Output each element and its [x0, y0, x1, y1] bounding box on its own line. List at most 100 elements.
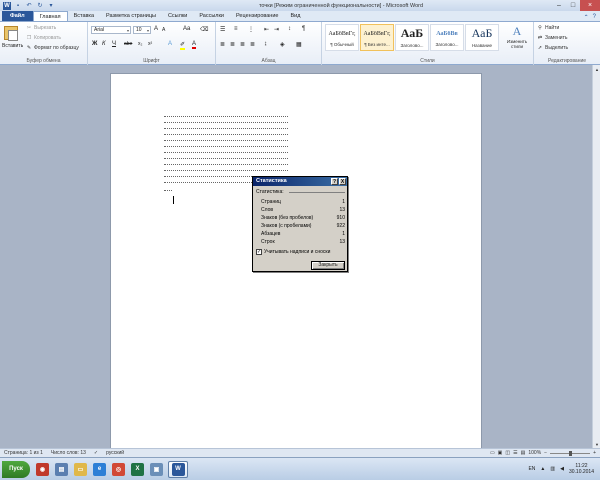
scroll-down-icon[interactable]: ▼	[593, 440, 600, 448]
justify-icon[interactable]: ≣	[250, 41, 255, 48]
shading-icon[interactable]: ◈	[280, 41, 285, 48]
folder-icon[interactable]: ▭	[74, 462, 87, 476]
clear-format-icon[interactable]: ⌫	[200, 26, 208, 33]
style-title[interactable]: АаБ Название	[465, 24, 499, 51]
zoom-slider[interactable]	[550, 450, 591, 456]
redo-icon[interactable]: ↻	[36, 2, 44, 10]
include-textboxes-checkbox[interactable]: ✓ Учитывать надписи и сноски	[256, 249, 330, 255]
undo-icon[interactable]: ↶	[25, 2, 33, 10]
borders-icon[interactable]: ▦	[296, 41, 302, 48]
multilevel-list-icon[interactable]: ⋮	[248, 26, 254, 33]
show-marks-button[interactable]: ¶	[302, 26, 305, 32]
view-web-icon[interactable]: ◫	[505, 450, 510, 456]
sort-icon[interactable]: ↕	[288, 26, 291, 32]
zoom-in-icon[interactable]: +	[593, 450, 596, 456]
proofing-icon[interactable]: ✓	[90, 450, 102, 456]
page-count-status[interactable]: Страница: 1 из 1	[0, 450, 47, 456]
help-icon[interactable]: ?	[593, 14, 596, 21]
italic-button[interactable]: К	[102, 41, 106, 47]
style-no-spacing[interactable]: АаБбВвГг, ¶ Без инте...	[360, 24, 394, 51]
copy-button[interactable]: ❐ Копировать	[26, 35, 61, 41]
volume-icon[interactable]: ◀	[560, 466, 564, 472]
align-center-icon[interactable]: ≣	[230, 41, 235, 48]
format-painter-button[interactable]: ✎ Формат по образцу	[26, 45, 79, 51]
tab-mailings[interactable]: Рассылки	[193, 11, 230, 21]
bold-button[interactable]: Ж	[92, 41, 97, 47]
tab-view[interactable]: Вид	[284, 11, 306, 21]
find-button[interactable]: ⚲ Найти	[537, 25, 559, 31]
align-right-icon[interactable]: ≣	[240, 41, 245, 48]
highlight-icon[interactable]: ✐	[180, 41, 186, 50]
view-print-layout-icon[interactable]: ▭	[490, 450, 495, 456]
view-outline-icon[interactable]: ☰	[513, 450, 517, 456]
zoom-out-icon[interactable]: −	[544, 450, 547, 456]
image-viewer-icon[interactable]: ▣	[150, 462, 163, 476]
excel-icon[interactable]: X	[131, 462, 144, 476]
customize-qat-icon[interactable]: ▾	[47, 2, 55, 10]
select-button[interactable]: ➚ Выделить	[537, 45, 568, 51]
internet-explorer-icon[interactable]: e	[93, 462, 106, 476]
language-status[interactable]: русский	[102, 450, 128, 456]
superscript-button[interactable]: x²	[148, 41, 152, 47]
word-app-icon[interactable]: W	[3, 1, 11, 10]
tab-home[interactable]: Главная	[32, 11, 68, 21]
vertical-scrollbar[interactable]: ▲ ▼	[592, 65, 600, 448]
font-size-combo[interactable]: 10 ▾	[133, 26, 151, 34]
dialog-title-bar: Статистика ? X	[253, 177, 347, 186]
tab-file[interactable]: Файл	[2, 11, 33, 21]
increase-indent-icon[interactable]: ⇥	[274, 26, 279, 33]
font-color-button[interactable]: A	[192, 41, 197, 49]
change-styles-button[interactable]: A Изменить стили	[502, 24, 532, 49]
tab-references[interactable]: Ссылки	[162, 11, 193, 21]
network-icon[interactable]: ▥	[550, 466, 555, 472]
text-effects-icon[interactable]: A	[168, 41, 172, 47]
zoom-slider-thumb[interactable]	[569, 450, 573, 456]
change-case-button[interactable]: Aa	[183, 26, 190, 32]
style-normal[interactable]: АаБбВвГг, ¶ Обычный	[325, 24, 359, 51]
taskbar-word-window[interactable]: W	[168, 460, 188, 478]
ribbon-minimize-icon[interactable]: ⌃	[584, 14, 589, 21]
grow-font-button[interactable]: A	[154, 26, 158, 32]
dialog-help-button[interactable]: ?	[331, 178, 338, 185]
close-icon[interactable]: ×	[580, 0, 600, 11]
decrease-indent-icon[interactable]: ⇤	[264, 26, 269, 33]
tab-review[interactable]: Рецензирование	[230, 11, 284, 21]
strike-button[interactable]: abe	[124, 41, 132, 47]
statistics-dialog: Статистика ? X Статистика: Страниц 1 Слов…	[252, 176, 348, 272]
word-count-status[interactable]: Число слов: 13	[47, 450, 90, 456]
style-heading-2[interactable]: АаБбВв Заголово...	[430, 24, 464, 51]
cut-button[interactable]: ✂ Вырезать	[26, 25, 56, 31]
font-name-combo[interactable]: Arial ▾	[91, 26, 131, 34]
bullets-icon[interactable]: ☰	[220, 26, 225, 33]
zoom-level[interactable]: 100%	[528, 450, 541, 456]
style-heading-1[interactable]: АаБ Заголово...	[395, 24, 429, 51]
align-left-icon[interactable]: ≣	[220, 41, 225, 48]
minimize-icon[interactable]: –	[552, 0, 566, 11]
explorer-icon[interactable]: ▤	[55, 462, 68, 476]
shrink-font-button[interactable]: A	[162, 27, 165, 33]
view-draft-icon[interactable]: ▤	[521, 450, 526, 456]
dialog-close-icon[interactable]: X	[339, 178, 346, 185]
start-button[interactable]: Пуск	[2, 460, 30, 478]
dotted-text-line	[164, 116, 288, 117]
line-spacing-icon[interactable]: ↨	[264, 41, 267, 47]
dotted-text-line	[164, 140, 288, 141]
underline-button[interactable]: Ч	[112, 41, 116, 47]
replace-button[interactable]: ⇄ Заменить	[537, 35, 568, 41]
save-icon[interactable]: ▪	[14, 2, 22, 10]
close-button[interactable]: Закрыть	[311, 261, 345, 270]
view-fullscreen-icon[interactable]: ▣	[498, 450, 503, 456]
antivirus-icon[interactable]: ◉	[36, 462, 49, 476]
numbering-icon[interactable]: ≡	[234, 26, 238, 32]
tab-page-layout[interactable]: Разметка страницы	[100, 11, 162, 21]
scroll-up-icon[interactable]: ▲	[593, 65, 600, 73]
clock[interactable]: 11:22 30.10.2014	[569, 463, 594, 475]
tab-insert[interactable]: Вставка	[68, 11, 100, 21]
subscript-button[interactable]: x₂	[138, 41, 142, 47]
stat-row: Строк 13	[261, 239, 345, 245]
chrome-icon[interactable]: ◎	[112, 462, 125, 476]
maximize-icon[interactable]: □	[566, 0, 580, 11]
tray-expand-icon[interactable]: ▲	[540, 466, 545, 472]
brush-icon: ✎	[26, 45, 32, 51]
keyboard-language[interactable]: EN	[528, 466, 535, 472]
